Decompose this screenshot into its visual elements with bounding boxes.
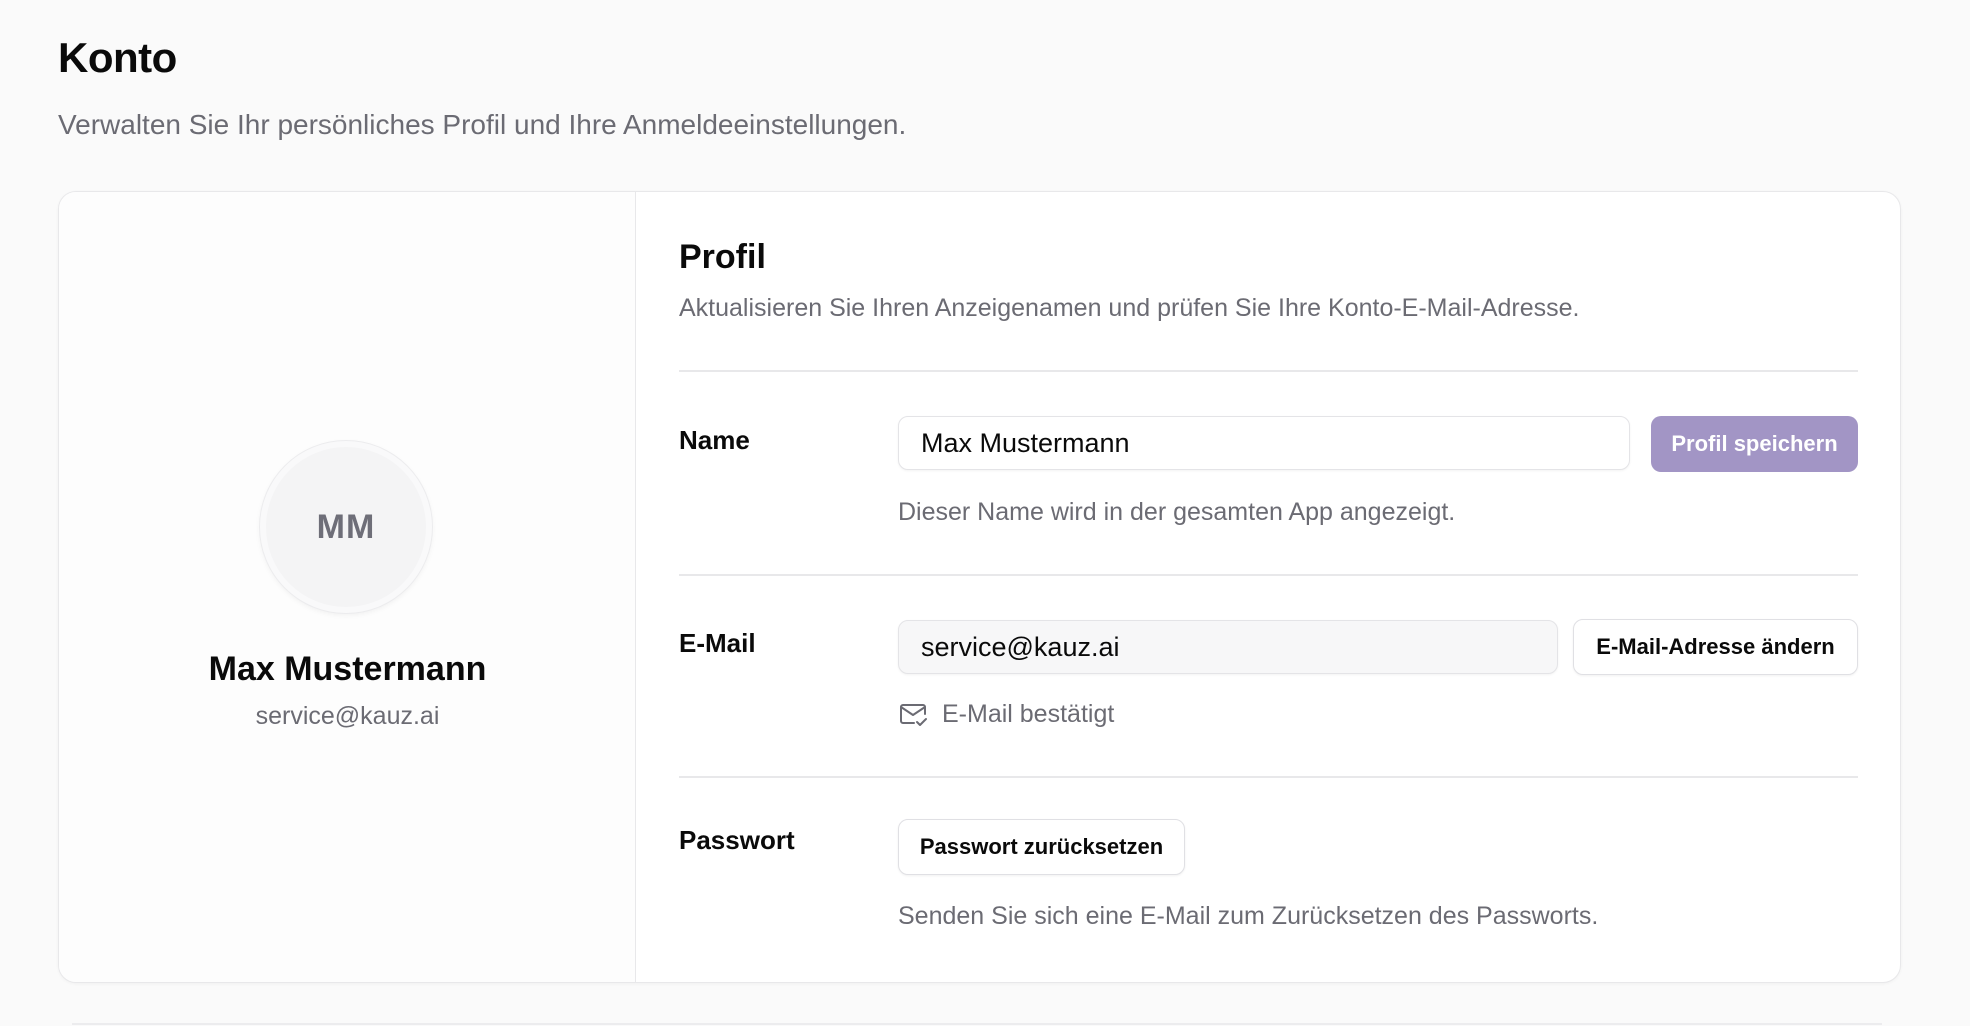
save-profile-button[interactable]: Profil speichern — [1651, 416, 1858, 472]
email-verified-text: E-Mail bestätigt — [942, 700, 1115, 728]
avatar-initials: MM — [316, 507, 376, 546]
password-label: Passwort — [679, 825, 795, 855]
email-input[interactable] — [898, 620, 1558, 674]
page-subtitle: Verwalten Sie Ihr persönliches Profil un… — [58, 109, 907, 140]
section-title: Profil — [679, 238, 766, 276]
page-title: Konto — [58, 34, 177, 81]
divider — [679, 776, 1858, 778]
profile-settings-panel: Profil Aktualisieren Sie Ihren Anzeigena… — [636, 192, 1900, 982]
account-card: MM Max Mustermann service@kauz.ai Profil… — [58, 191, 1901, 983]
name-helper-text: Dieser Name wird in der gesamten App ang… — [898, 498, 1456, 526]
profile-summary-panel: MM Max Mustermann service@kauz.ai — [59, 192, 636, 982]
mail-check-icon — [898, 702, 928, 728]
avatar: MM — [260, 441, 432, 613]
name-input[interactable] — [898, 416, 1630, 470]
email-verified-status: E-Mail bestätigt — [898, 700, 1114, 729]
reset-password-button[interactable]: Passwort zurücksetzen — [898, 819, 1185, 875]
divider — [72, 1023, 1882, 1025]
divider — [679, 370, 1858, 372]
account-page: Konto Verwalten Sie Ihr persönliches Pro… — [0, 0, 1970, 1026]
section-description: Aktualisieren Sie Ihren Anzeigenamen und… — [679, 294, 1580, 322]
profile-name: Max Mustermann — [208, 650, 487, 688]
divider — [679, 574, 1858, 576]
change-email-button[interactable]: E-Mail-Adresse ändern — [1573, 619, 1858, 675]
password-helper-text: Senden Sie sich eine E-Mail zum Zurückse… — [898, 902, 1599, 930]
email-label: E-Mail — [679, 628, 756, 658]
name-label: Name — [679, 425, 750, 455]
profile-email: service@kauz.ai — [255, 702, 440, 730]
